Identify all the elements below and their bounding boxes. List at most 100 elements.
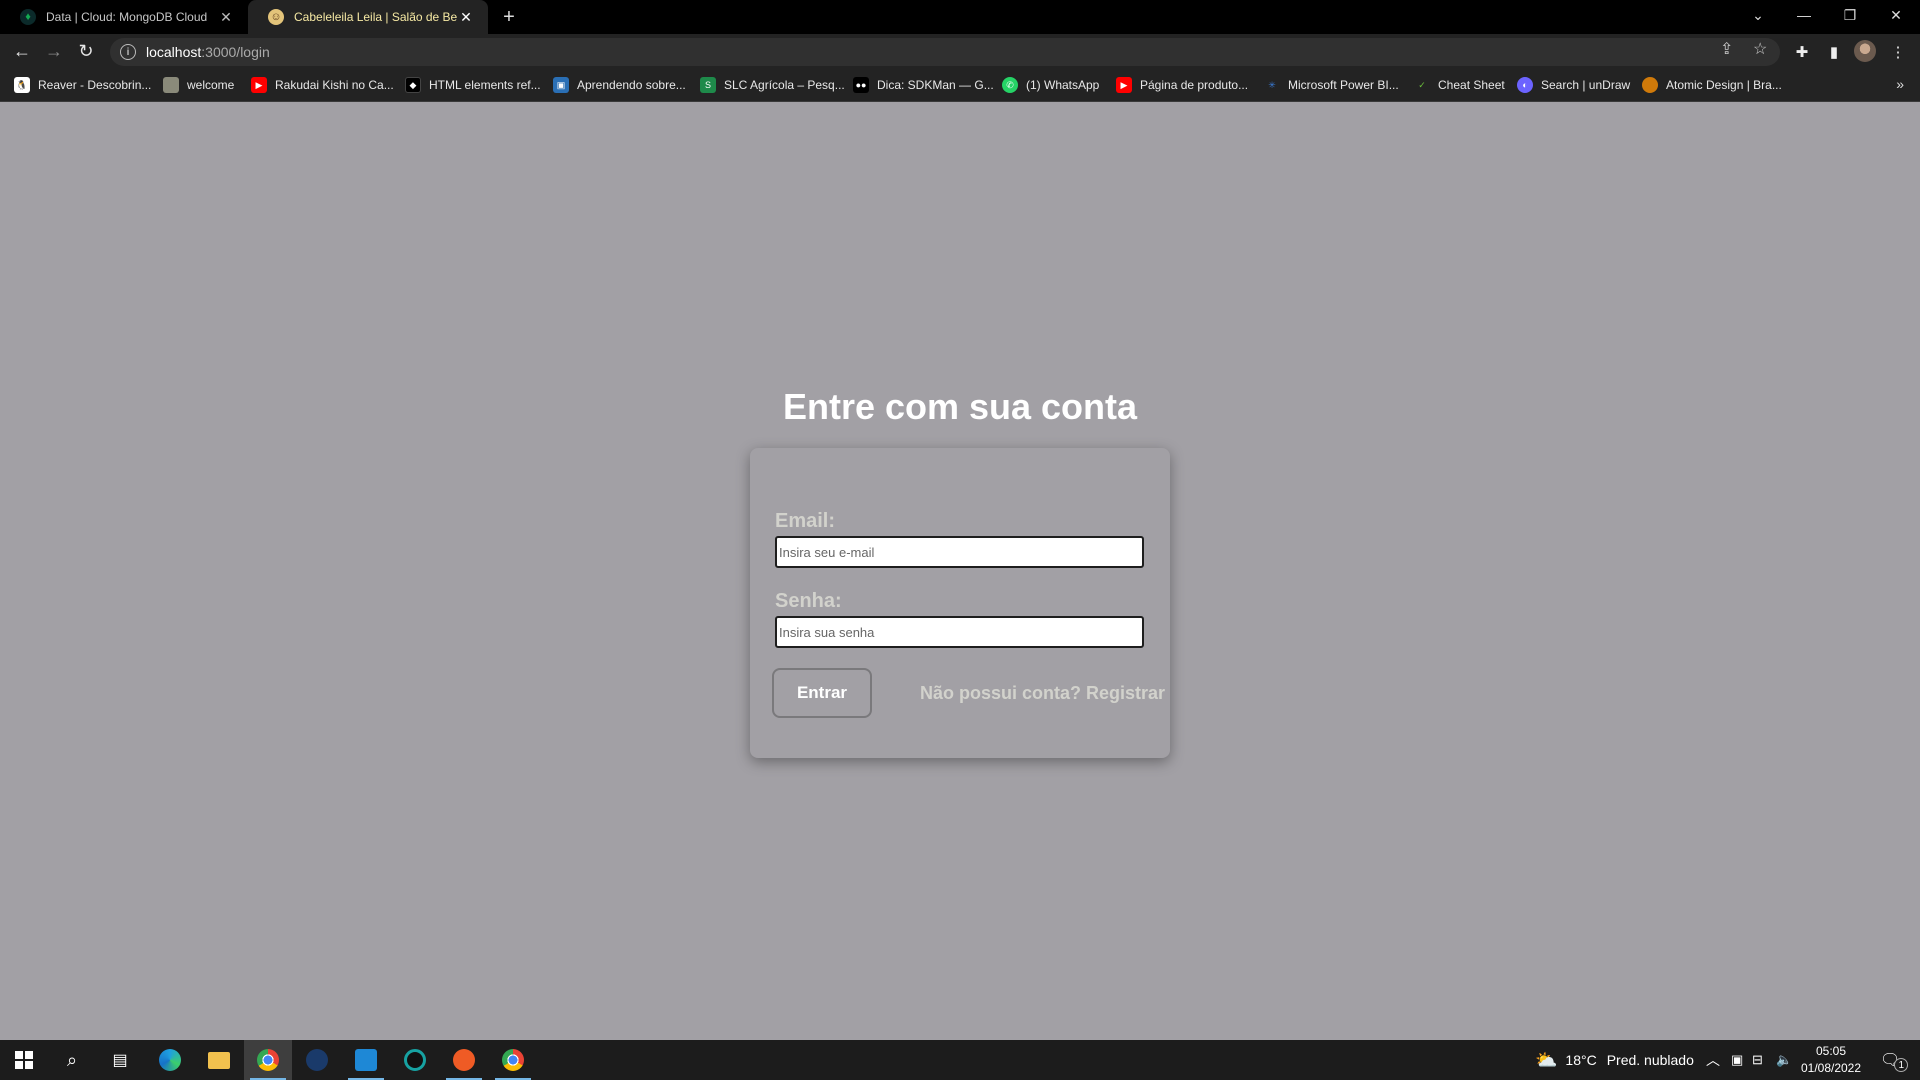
password-field[interactable]	[775, 616, 1144, 648]
postman-icon	[453, 1049, 475, 1071]
vscode-icon	[355, 1049, 377, 1071]
taskbar-app-chrome-2[interactable]	[489, 1040, 537, 1080]
browser-toolbar: ← → ↻ i localhost :3000/login ⇪ ☆ ✚ ▮ ⋮	[0, 34, 1920, 68]
browser-tab-strip: ♦ Data | Cloud: MongoDB Cloud ✕ ☺ Cabele…	[0, 0, 1920, 34]
close-tab-icon[interactable]: ✕	[458, 9, 474, 26]
bookmark-item[interactable]: ✆ (1) WhatsApp	[1002, 77, 1099, 93]
taskbar-search-button[interactable]: ⌕	[48, 1040, 96, 1080]
bookmark-item[interactable]: Atomic Design | Bra...	[1642, 77, 1782, 93]
chrome-icon	[257, 1049, 279, 1071]
site-info-icon[interactable]: i	[120, 44, 136, 60]
password-label: Senha:	[775, 590, 842, 612]
orange-circle-icon	[1642, 77, 1658, 93]
bookmark-label: (1) WhatsApp	[1026, 78, 1100, 92]
close-window-button[interactable]: ✕	[1873, 0, 1919, 30]
bookmark-item[interactable]: ●● Dica: SDKMan — G...	[853, 77, 994, 93]
edge-icon	[159, 1049, 181, 1071]
task-view-icon: ▤	[112, 1052, 128, 1069]
clock-date: 01/08/2022	[1800, 1061, 1862, 1075]
system-clock[interactable]: 05:05 01/08/2022	[1796, 1043, 1866, 1077]
slc-icon: S	[700, 77, 716, 93]
side-panel-icon[interactable]: ▮	[1824, 42, 1844, 62]
taskbar-app-postman[interactable]	[440, 1040, 488, 1080]
windows-taskbar: ⌕ ▤ ⛅ 18°C Pred. nublado ︿ ▣ ⊟ 🔈 05:05 0…	[0, 1040, 1920, 1080]
bookmark-label: Aprendendo sobre...	[577, 78, 686, 92]
taskbar-app-chrome[interactable]	[244, 1040, 292, 1080]
leaf-icon: ✓	[1418, 79, 1426, 90]
bookmark-label: Rakudai Kishi no Ca...	[275, 78, 394, 92]
mongodb-leaf-icon: ♦	[20, 9, 36, 25]
bookmark-item[interactable]: ◆ HTML elements ref...	[405, 77, 541, 93]
bookmark-label: SLC Agrícola – Pesq...	[724, 78, 845, 92]
mdn-icon: ◆	[405, 77, 421, 93]
menu-kebab-icon[interactable]: ⋮	[1888, 42, 1908, 62]
forward-button[interactable]: →	[42, 39, 66, 63]
start-button[interactable]	[0, 1040, 48, 1080]
tab-label: Data | Cloud: MongoDB Cloud	[46, 10, 208, 24]
bookmark-item[interactable]: ✓ Cheat Sheet	[1414, 77, 1505, 93]
minimize-button[interactable]: —	[1781, 0, 1827, 30]
bookmark-label: Microsoft Power BI...	[1288, 78, 1399, 92]
taskbar-app-vscode[interactable]	[342, 1040, 390, 1080]
weather-widget[interactable]: ⛅ 18°C Pred. nublado	[1535, 1040, 1694, 1080]
bookmark-label: Search | unDraw	[1541, 78, 1631, 92]
search-icon: ⌕	[66, 1049, 78, 1070]
taskbar-app-file-explorer[interactable]	[195, 1040, 243, 1080]
bookmark-label: welcome	[187, 78, 235, 92]
login-button[interactable]: Entrar	[772, 668, 872, 718]
bookmarks-overflow-button[interactable]: »	[1896, 76, 1904, 92]
taskbar-app-gitkraken[interactable]	[391, 1040, 439, 1080]
chevron-up-icon: ︿	[1706, 1052, 1720, 1068]
youtube-icon: ▶	[251, 77, 267, 93]
bookmark-star-icon[interactable]: ☆	[1753, 39, 1767, 59]
network-icon[interactable]: ⊟	[1752, 1040, 1763, 1080]
partly-cloudy-night-icon: ⛅	[1535, 1049, 1558, 1070]
weather-temp: 18°C	[1565, 1052, 1597, 1068]
taskbar-app-steam[interactable]	[293, 1040, 341, 1080]
bookmark-label: HTML elements ref...	[429, 78, 541, 92]
chrome-icon	[502, 1049, 524, 1071]
taskbar-app-edge[interactable]	[146, 1040, 194, 1080]
show-hidden-icons-button[interactable]: ︿	[1706, 1040, 1720, 1080]
login-card: Email: Senha: Entrar Não possui conta? R…	[750, 448, 1170, 758]
tab-salon-active[interactable]: ☺ Cabeleleila Leila | Salão de Beleza ✕	[248, 0, 488, 34]
bookmark-item[interactable]: ◐ Search | unDraw	[1517, 77, 1630, 93]
extensions-puzzle-icon[interactable]: ✚	[1792, 42, 1812, 62]
reload-button[interactable]: ↻	[74, 39, 98, 63]
url-path: :3000/login	[201, 44, 270, 60]
gitkraken-icon	[404, 1049, 426, 1071]
notification-center-button[interactable]: 🗨 1	[1880, 1040, 1909, 1080]
register-link[interactable]: Não possui conta? Registrar	[920, 683, 1165, 704]
task-view-button[interactable]: ▤	[96, 1040, 144, 1080]
back-button[interactable]: ←	[10, 39, 34, 63]
restore-button[interactable]: ❐	[1827, 0, 1873, 30]
steam-icon	[306, 1049, 328, 1071]
tab-search-icon[interactable]: ⌄	[1735, 0, 1781, 30]
bookmark-item[interactable]: ▶ Rakudai Kishi no Ca...	[251, 77, 394, 93]
bookmark-item[interactable]: 🐧 Reaver - Descobrin...	[14, 77, 151, 93]
meet-now-icon[interactable]: ▣	[1731, 1040, 1743, 1080]
address-bar[interactable]: i localhost :3000/login	[110, 38, 1780, 66]
profile-avatar[interactable]	[1854, 40, 1876, 62]
url-host: localhost	[146, 44, 202, 60]
photo-favicon-icon	[163, 77, 179, 93]
bookmark-item[interactable]: welcome	[163, 77, 234, 93]
page-viewport: Entre com sua conta Email: Senha: Entrar…	[0, 102, 1920, 1040]
bookmark-label: Reaver - Descobrin...	[38, 78, 152, 92]
share-icon[interactable]: ⇪	[1720, 39, 1733, 59]
weather-desc: Pred. nublado	[1606, 1052, 1694, 1068]
penguin-icon: 🐧	[14, 77, 30, 93]
tab-mongodb[interactable]: ♦ Data | Cloud: MongoDB Cloud ✕	[0, 0, 248, 34]
bookmark-item[interactable]: S SLC Agrícola – Pesq...	[700, 77, 845, 93]
bookmark-item[interactable]: ✳ Microsoft Power BI...	[1264, 77, 1399, 93]
bookmark-item[interactable]: ▣ Aprendendo sobre...	[553, 77, 686, 93]
volume-icon[interactable]: 🔈	[1776, 1040, 1792, 1080]
email-field[interactable]	[775, 536, 1144, 568]
bookmark-label: Atomic Design | Bra...	[1666, 78, 1782, 92]
new-tab-button[interactable]: +	[498, 6, 520, 28]
bookmark-item[interactable]: ▶ Página de produto...	[1116, 77, 1248, 93]
bookmark-label: Página de produto...	[1140, 78, 1249, 92]
powerbi-icon: ✳	[1268, 79, 1276, 90]
tab-label: Cabeleleila Leila | Salão de Beleza	[294, 10, 458, 24]
close-tab-icon[interactable]: ✕	[218, 9, 234, 26]
